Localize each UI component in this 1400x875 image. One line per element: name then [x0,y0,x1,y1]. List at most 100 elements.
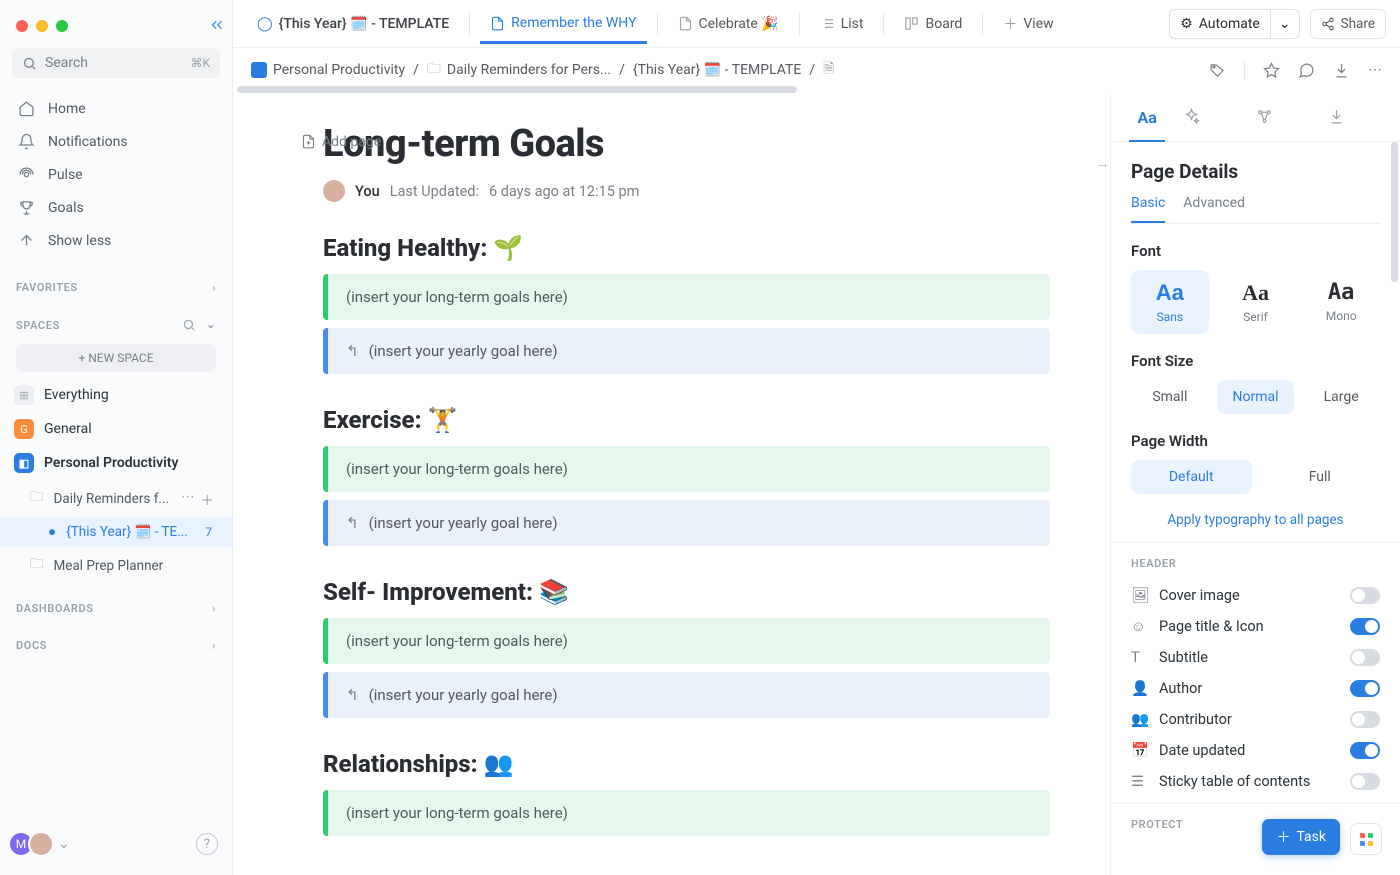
yearly-goal-box[interactable]: ↰(insert your yearly goal here) [323,328,1050,374]
add-icon[interactable]: ＋ [201,489,215,509]
more-icon[interactable]: ⋯ [181,489,195,509]
longterm-goal-box[interactable]: (insert your long-term goals here) [323,790,1050,836]
author-avatar[interactable] [323,180,345,202]
nav-label: Notifications [48,134,128,150]
search-spaces-icon[interactable] [182,318,196,332]
toggle-sticky-toc: ☰Sticky table of contents [1131,766,1380,797]
minimize-window[interactable] [36,20,48,32]
nav-pulse[interactable]: Pulse [8,158,224,191]
new-space-button[interactable]: + NEW SPACE [16,344,216,372]
chevron-down-icon[interactable]: ⌄ [58,836,70,852]
longterm-goal-box[interactable]: (insert your long-term goals here) [323,274,1050,320]
size-normal[interactable]: Normal [1217,380,1295,414]
width-default[interactable]: Default [1131,460,1252,494]
longterm-goal-box[interactable]: (insert your long-term goals here) [323,446,1050,492]
tab-celebrate[interactable]: Celebrate 🎉 [668,4,789,44]
tab-remember-why[interactable]: Remember the WHY [480,3,646,44]
yearly-goal-box[interactable]: ↰(insert your yearly goal here) [323,500,1050,546]
apply-typography-link[interactable]: Apply typography to all pages [1131,512,1380,528]
subtab-advanced[interactable]: Advanced [1183,195,1245,223]
toggle-switch[interactable] [1350,618,1380,635]
box-text: (insert your long-term goals here) [346,288,568,306]
tab-add-view[interactable]: ＋ View [993,2,1063,46]
font-serif[interactable]: AaSerif [1217,270,1295,334]
panel-body: Page Details Basic Advanced Font AaSans … [1111,142,1400,875]
divider [657,13,658,35]
longterm-goal-box[interactable]: (insert your long-term goals here) [323,618,1050,664]
toggle-switch[interactable] [1350,680,1380,697]
toggle-switch[interactable] [1350,649,1380,666]
automate-dropdown[interactable]: ⌄ [1271,9,1300,39]
toggle-switch[interactable] [1350,742,1380,759]
download-icon[interactable] [1333,62,1350,79]
nav-label: Home [48,101,86,117]
user-avatars[interactable]: M [14,831,54,857]
list-this-year-template[interactable]: ● {This Year} 🗓️ - TE... 7 [0,517,232,547]
toggle-author: 👤Author [1131,673,1380,704]
panel-tab-relations[interactable] [1256,94,1328,141]
breadcrumb-space[interactable]: Personal Productivity [251,62,405,78]
help-button[interactable]: ? [196,833,218,855]
comment-icon[interactable] [1298,62,1315,79]
nav-goals[interactable]: Goals [8,191,224,224]
trophy-icon [18,199,36,216]
apps-launcher-button[interactable] [1350,823,1382,855]
add-page-label: Add page [322,134,381,150]
nav-notifications[interactable]: Notifications [8,125,224,158]
font-mono[interactable]: AaMono [1302,270,1380,334]
tag-icon[interactable] [1209,62,1226,79]
close-window[interactable] [16,20,28,32]
collapse-panel-arrow[interactable]: →| [1095,154,1110,172]
section-eating-healthy[interactable]: Eating Healthy: 🌱 [323,234,1050,262]
crumb-label: {This Year} 🗓️ - TEMPLATE [633,62,801,78]
font-sans[interactable]: AaSans [1131,270,1209,334]
toggle-switch[interactable] [1350,587,1380,604]
new-task-button[interactable]: ＋Task [1262,819,1340,855]
panel-scrollbar[interactable] [1391,142,1398,282]
chevron-down-icon[interactable]: ⌄ [206,318,216,332]
favorites-header[interactable]: FAVORITES › [0,263,232,300]
width-full[interactable]: Full [1260,460,1381,494]
tab-list[interactable]: List [810,4,874,44]
scroll-thumb[interactable] [237,86,797,93]
nav-home[interactable]: Home [8,92,224,125]
section-relationships[interactable]: Relationships: 👥 [323,750,1050,778]
space-everything[interactable]: ⊞ Everything [0,378,232,412]
dashboards-header[interactable]: DASHBOARDS › [0,584,232,621]
subtab-basic[interactable]: Basic [1131,195,1165,223]
breadcrumb-list[interactable]: {This Year} 🗓️ - TEMPLATE [633,62,801,78]
yearly-goal-box[interactable]: ↰(insert your yearly goal here) [323,672,1050,718]
docs-header[interactable]: DOCS › [0,621,232,658]
add-page-button[interactable]: Add page [289,128,393,156]
section-exercise[interactable]: Exercise: 🏋️ [323,406,1050,434]
panel-tab-ai[interactable] [1183,94,1255,141]
nav-show-less[interactable]: Show less [8,224,224,257]
maximize-window[interactable] [56,20,68,32]
horizontal-scrollbar[interactable] [233,86,1382,94]
space-general[interactable]: G General [0,412,232,446]
section-self-improvement[interactable]: Self- Improvement: 📚 [323,578,1050,606]
breadcrumb-folder[interactable]: 🗀Daily Reminders for Pers... [427,58,611,82]
header-section-label: HEADER [1131,557,1380,570]
space-personal-productivity[interactable]: ◧ Personal Productivity [0,446,232,480]
folder-daily-reminders[interactable]: 🗀 Daily Reminders f... ⋯＋ [0,480,232,517]
document-body[interactable]: →| Add page Long-term Goals You Last Upd… [233,94,1110,875]
search-input[interactable]: Search ⌘K [12,48,220,78]
doc-title-tab[interactable]: ◯ {This Year} 🗓️ - TEMPLATE [247,4,459,44]
tab-board[interactable]: Board [894,4,972,44]
share-button[interactable]: Share [1310,9,1386,39]
size-large[interactable]: Large [1302,380,1380,414]
size-small[interactable]: Small [1131,380,1209,414]
star-icon[interactable] [1263,62,1280,79]
panel-tab-export[interactable] [1328,94,1400,141]
more-icon[interactable]: ⋯ [1368,62,1382,78]
folder-meal-prep[interactable]: 🗀 Meal Prep Planner [0,547,232,584]
toggle-switch[interactable] [1350,711,1380,728]
page-title[interactable]: Long-term Goals [323,122,1050,166]
toggle-switch[interactable] [1350,773,1380,790]
panel-tab-typography[interactable]: Aa [1111,94,1183,141]
automate-button[interactable]: ⚙Automate ⌄ [1169,9,1299,39]
window-controls [0,8,232,40]
collapse-sidebar-button[interactable] [208,16,226,34]
breadcrumb-doc[interactable]: 🗎 [823,58,834,82]
